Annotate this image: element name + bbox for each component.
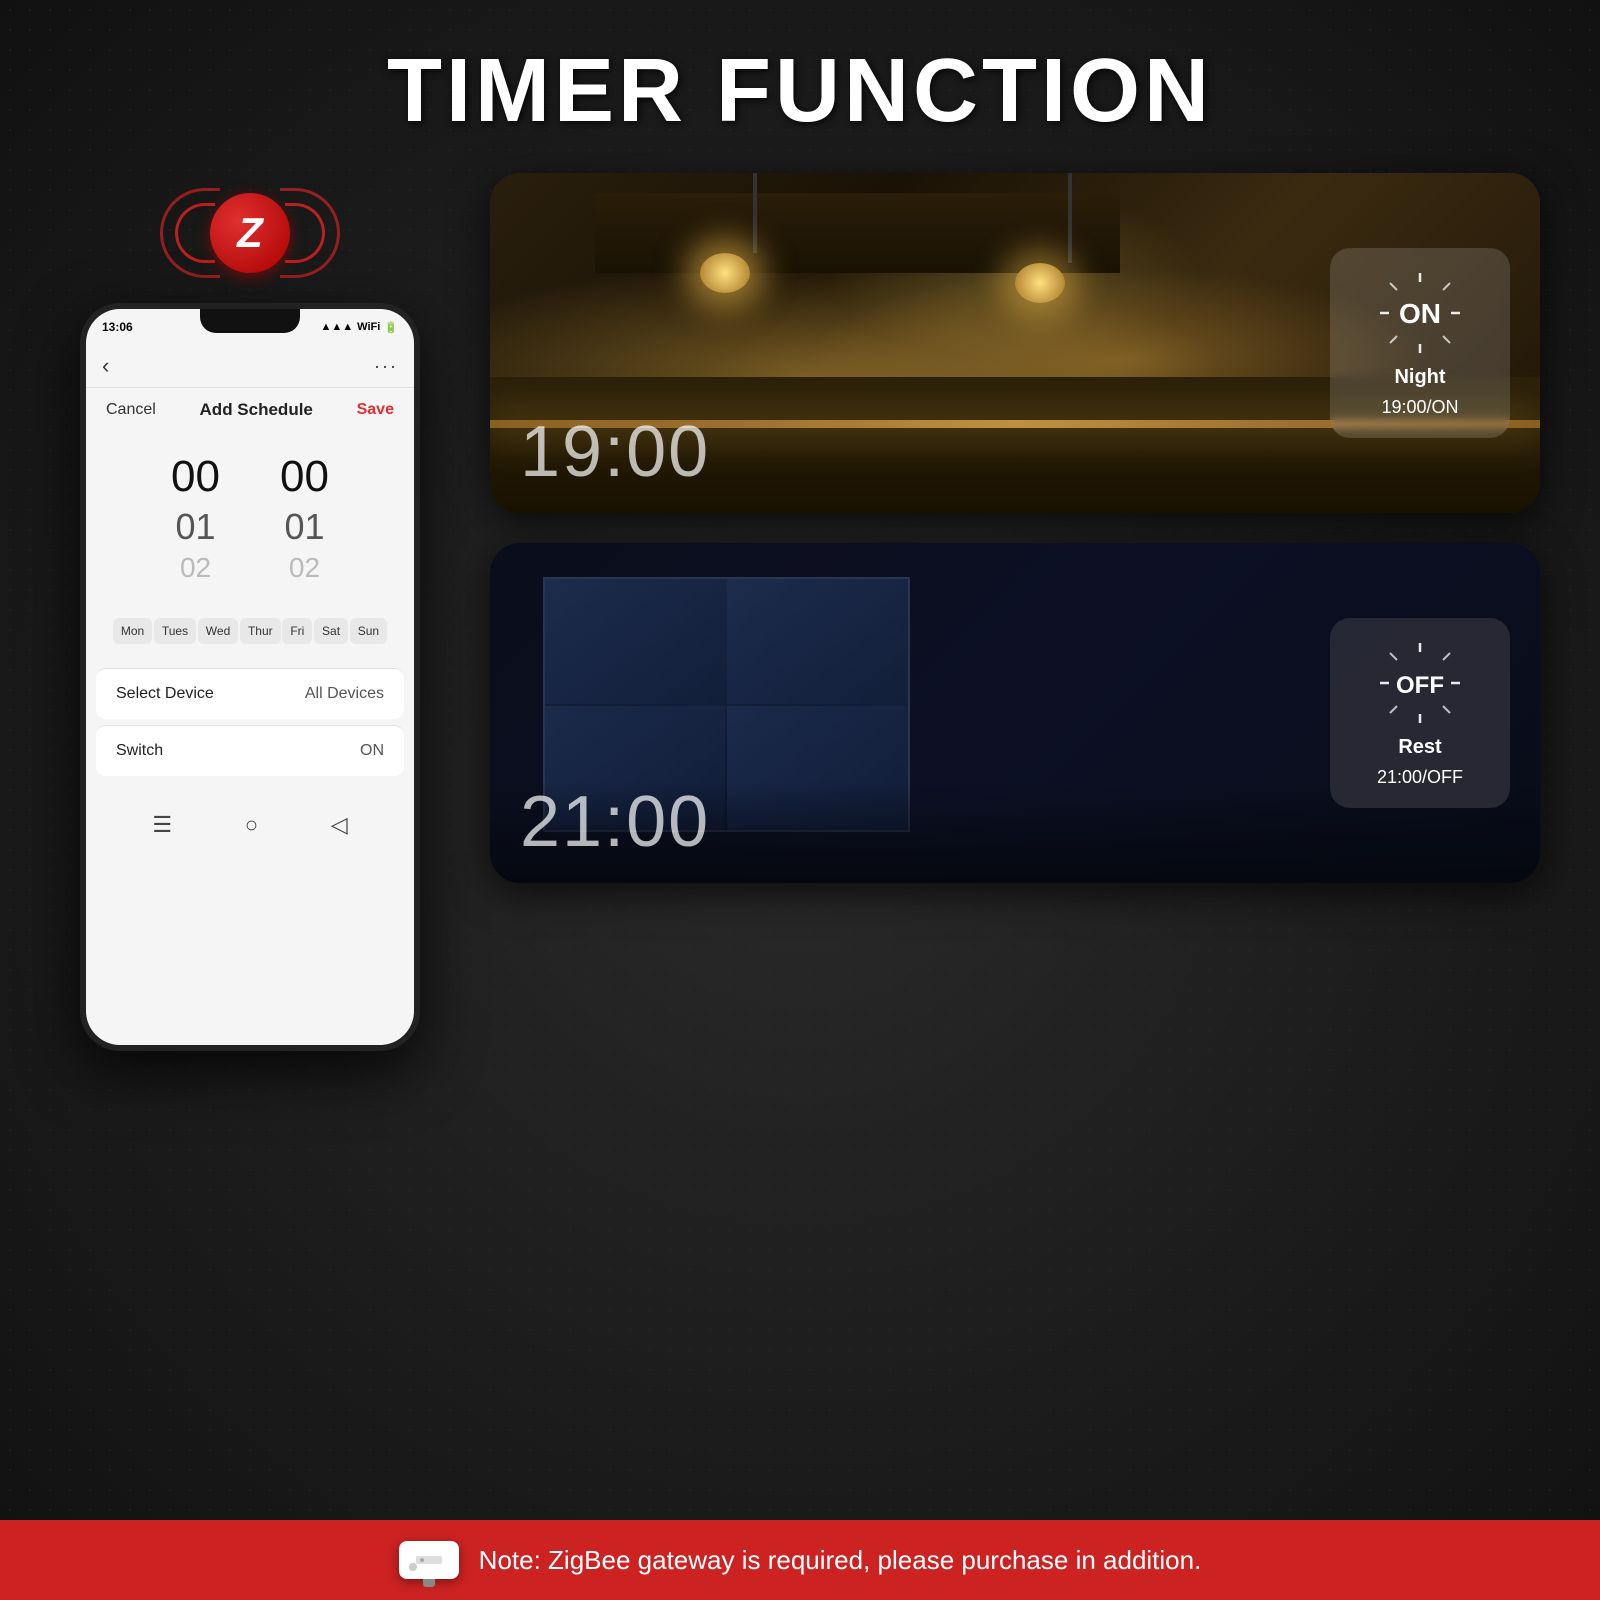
svg-text:OFF: OFF xyxy=(1396,672,1444,699)
switch-label: Switch xyxy=(116,742,163,760)
device-row[interactable]: Select Device All Devices xyxy=(96,668,404,719)
save-button[interactable]: Save xyxy=(357,401,394,419)
pendant-light-1 xyxy=(700,253,750,293)
scene-bottom-mode: Rest xyxy=(1398,736,1441,759)
setting-rows: Select Device All Devices Switch ON xyxy=(86,668,414,776)
page-wrapper: TIMER FUNCTION Z xyxy=(0,0,1600,1600)
scene-top-time: 19:00 xyxy=(520,411,710,493)
time-picker[interactable]: 00 01 02 00 01 02 xyxy=(86,432,414,604)
hour-secondary: 01 xyxy=(176,506,216,548)
gateway-icon xyxy=(399,1541,459,1579)
zigbee-logo: Z xyxy=(170,173,330,293)
day-mon[interactable]: Mon xyxy=(113,618,152,644)
scene-top-schedule: 19:00/ON xyxy=(1381,397,1458,418)
right-section: 19:00 ON xyxy=(490,173,1540,883)
status-icons: ▲▲▲ WiFi 🔋 xyxy=(321,321,399,334)
window-pane-2 xyxy=(727,579,908,704)
day-sun[interactable]: Sun xyxy=(350,618,387,644)
phone-screen: ‹ ··· Cancel Add Schedule Save 00 xyxy=(86,345,414,1045)
time-columns: 00 01 02 00 01 02 xyxy=(86,452,414,584)
content-area: Z 13:06 ▲▲▲ WiFi 🔋 xyxy=(0,173,1600,1051)
day-wed[interactable]: Wed xyxy=(198,618,238,644)
phone-bottom-bar: ☰ ○ ◁ xyxy=(86,796,414,858)
hour-tertiary: 02 xyxy=(180,552,211,584)
wifi-icon: WiFi xyxy=(357,321,380,333)
day-tues[interactable]: Tues xyxy=(154,618,196,644)
phone-notch xyxy=(200,309,300,333)
home-icon[interactable]: ○ xyxy=(245,812,258,838)
schedule-header: Cancel Add Schedule Save xyxy=(86,388,414,432)
minute-main: 00 xyxy=(280,452,329,502)
left-section: Z 13:06 ▲▲▲ WiFi 🔋 xyxy=(60,173,440,1051)
device-label: Select Device xyxy=(116,685,214,703)
scene-bottom-time: 21:00 xyxy=(520,781,710,863)
zigbee-circle: Z xyxy=(210,193,290,273)
time-column-minutes: 00 01 02 xyxy=(280,452,329,584)
switch-value: ON xyxy=(360,742,384,760)
dial-svg-off: OFF xyxy=(1375,638,1465,728)
dial-off: OFF xyxy=(1375,638,1465,728)
cancel-button[interactable]: Cancel xyxy=(106,401,156,419)
cabinet-top xyxy=(595,193,1120,273)
battery-icon: 🔋 xyxy=(384,321,398,334)
page-title: TIMER FUNCTION xyxy=(387,40,1213,143)
day-fri[interactable]: Fri xyxy=(282,618,312,644)
day-thur[interactable]: Thur xyxy=(240,618,281,644)
phone-time: 13:06 xyxy=(102,320,133,334)
window-pane-1 xyxy=(545,579,726,704)
minute-tertiary: 02 xyxy=(289,552,320,584)
more-button[interactable]: ··· xyxy=(374,356,398,377)
dial-svg-on: ON xyxy=(1375,268,1465,358)
onoff-widget-top: ON Night 19:00/ON xyxy=(1330,248,1510,438)
device-value: All Devices xyxy=(305,685,384,703)
pendant-wire-2 xyxy=(1068,173,1072,263)
back-button[interactable]: ‹ xyxy=(102,353,109,379)
switch-row[interactable]: Switch ON xyxy=(96,725,404,776)
scene-panel-top: 19:00 ON xyxy=(490,173,1540,513)
time-column-hours: 00 01 02 xyxy=(171,452,220,584)
back-nav-icon[interactable]: ◁ xyxy=(331,812,348,838)
zigbee-letter: Z xyxy=(237,209,263,257)
pendant-light-2 xyxy=(1015,263,1065,303)
dial-on: ON xyxy=(1375,268,1465,358)
pendant-wire-1 xyxy=(753,173,757,253)
day-sat[interactable]: Sat xyxy=(314,618,348,644)
scene-bottom-schedule: 21:00/OFF xyxy=(1377,767,1463,788)
bottom-note-bar: Note: ZigBee gateway is required, please… xyxy=(0,1520,1600,1600)
day-selector: Mon Tues Wed Thur Fri Sat Sun xyxy=(96,604,404,658)
gateway-svg xyxy=(414,1552,444,1568)
onoff-widget-bottom: OFF Rest 21:00/OFF xyxy=(1330,618,1510,808)
minute-secondary: 01 xyxy=(284,506,324,548)
hour-main: 00 xyxy=(171,452,220,502)
scene-panel-bottom: 21:00 OFF xyxy=(490,543,1540,883)
bottom-note-text: Note: ZigBee gateway is required, please… xyxy=(479,1545,1202,1576)
phone-mockup: 13:06 ▲▲▲ WiFi 🔋 ‹ ··· Cancel xyxy=(80,303,420,1051)
phone-nav-bar: ‹ ··· xyxy=(86,345,414,388)
svg-text:ON: ON xyxy=(1399,298,1441,329)
menu-icon[interactable]: ☰ xyxy=(152,812,172,838)
schedule-title: Add Schedule xyxy=(200,400,313,420)
signal-icon: ▲▲▲ xyxy=(321,321,354,333)
gateway-led xyxy=(409,1563,417,1571)
scene-top-mode: Night xyxy=(1394,366,1445,389)
